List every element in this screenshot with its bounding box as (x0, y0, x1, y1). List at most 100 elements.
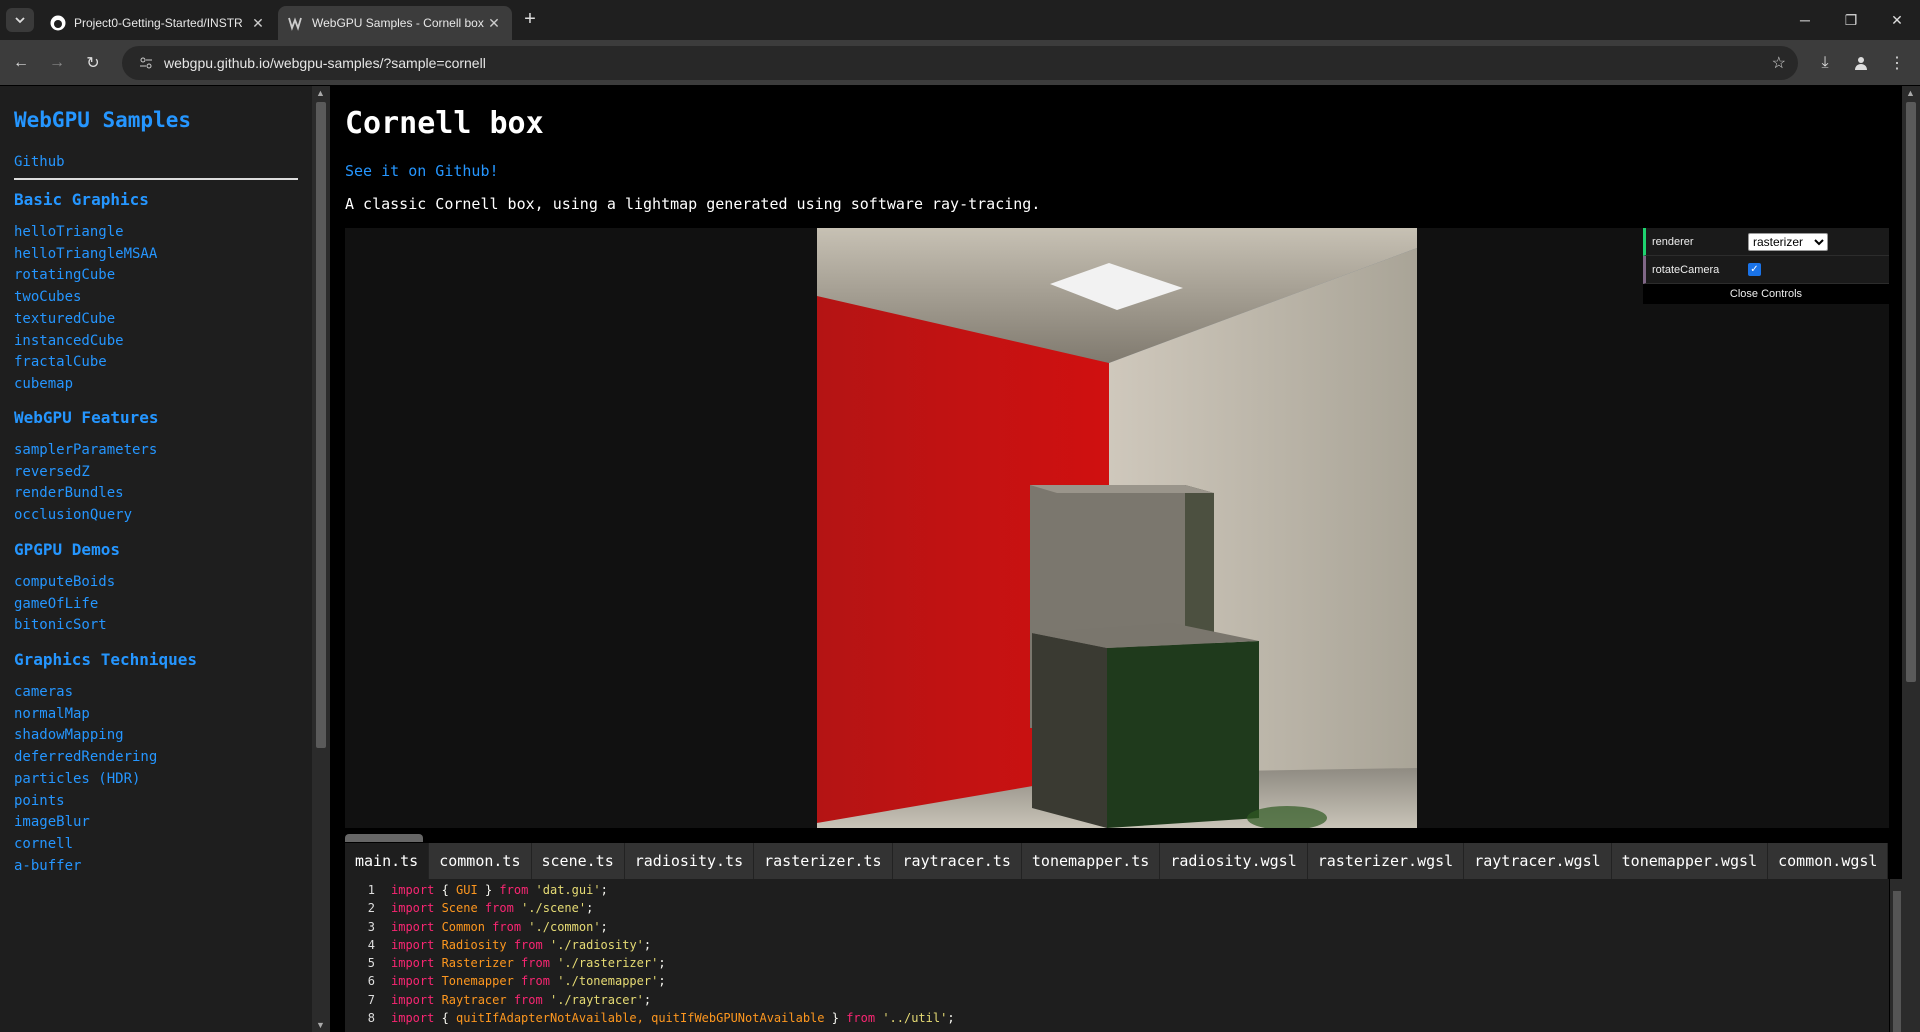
tab-tonemapper-ts[interactable]: tonemapper.ts (1021, 843, 1161, 879)
download-icon[interactable]: ⤓ (1812, 50, 1838, 76)
sidebar-item-shadowmapping[interactable]: shadowMapping (14, 727, 124, 743)
renderer-select[interactable]: rasterizer (1748, 232, 1828, 251)
back-icon[interactable]: ← (8, 50, 34, 76)
code-token: from (499, 883, 536, 897)
scroll-up-icon[interactable]: ▲ (1906, 88, 1915, 98)
line-number: 5 (367, 956, 375, 971)
sidebar-item-computeboids[interactable]: computeBoids (14, 574, 115, 590)
line-number: 3 (367, 919, 375, 934)
sidebar-item-texturedcube[interactable]: texturedCube (14, 311, 115, 327)
new-tab-button[interactable]: + (520, 9, 540, 30)
code-token: import (391, 956, 442, 971)
profile-icon[interactable] (1848, 50, 1874, 76)
see-on-github-link[interactable]: See it on Github! (345, 162, 499, 180)
tab-strip: Project0-Getting-Started/INSTR ✕ WebGPU … (0, 0, 1920, 40)
sidebar-item-bitonicsort[interactable]: bitonicSort (14, 617, 107, 633)
sidebar-item-particles-hdr-[interactable]: particles (HDR) (14, 771, 140, 787)
code-token: './scene' (521, 901, 587, 916)
tab-rasterizer-ts[interactable]: rasterizer.ts (754, 843, 893, 879)
rotate-camera-checkbox[interactable]: ✓ (1748, 263, 1761, 276)
tab-raytracer-wgsl[interactable]: raytracer.wgsl (1464, 843, 1612, 879)
sidebar-section-title: WebGPU Features (14, 408, 159, 427)
scroll-down-icon[interactable]: ▼ (316, 1020, 325, 1030)
code-editor[interactable]: 1 import { GUI } from 'dat.gui'; 2 import S… (345, 879, 1904, 1032)
tab-radiosity-ts[interactable]: radiosity.ts (624, 843, 755, 879)
renderer-label: renderer (1652, 235, 1694, 248)
sidebar-section-title: Graphics Techniques (14, 650, 198, 669)
code-token: { (441, 1011, 457, 1026)
tab-webgpu[interactable]: WebGPU Samples - Cornell box ✕ (278, 6, 512, 40)
bookmark-star-icon[interactable]: ☆ (1772, 53, 1786, 73)
sidebar-item-samplerparameters[interactable]: samplerParameters (14, 442, 157, 458)
code-token: ; (658, 956, 666, 971)
code-token: from (477, 901, 522, 916)
code-token: 'dat.gui' (535, 883, 601, 897)
menu-icon[interactable]: ⋮ (1884, 50, 1910, 76)
tab-main-ts[interactable]: main.ts (345, 843, 430, 879)
tabs-scrollbar[interactable] (345, 834, 423, 842)
tab-search-button[interactable] (6, 8, 34, 32)
code-token: './common' (528, 919, 601, 934)
sidebar-item-points[interactable]: points (14, 793, 65, 809)
code-text: import Tonemapper from './tonemapper'; (391, 972, 666, 990)
minimize-icon[interactable]: ─ (1790, 8, 1820, 32)
sidebar-scrollbar[interactable]: ▲ ▼ (312, 86, 330, 1032)
sidebar-item-imageblur[interactable]: imageBlur (14, 814, 90, 830)
scroll-up-icon[interactable]: ▲ (316, 88, 325, 98)
tab-common-ts[interactable]: common.ts (429, 843, 532, 879)
restore-icon[interactable]: ❐ (1836, 8, 1866, 32)
sidebar-item-cubemap[interactable]: cubemap (14, 376, 73, 392)
code-text: import Common from './common'; (391, 918, 608, 936)
scrollbar-thumb[interactable] (1906, 102, 1916, 682)
reload-icon[interactable]: ↻ (80, 50, 106, 76)
sidebar-item-instancedcube[interactable]: instancedCube (14, 333, 124, 349)
tab-github[interactable]: Project0-Getting-Started/INSTR ✕ (40, 6, 276, 40)
site-info-icon[interactable] (136, 53, 156, 73)
sidebar-item-deferredrendering[interactable]: deferredRendering (14, 749, 157, 765)
code-text: import { quitIfAdapterNotAvailable, quit… (391, 1009, 955, 1027)
code-token: import (391, 937, 442, 952)
close-icon[interactable]: ✕ (250, 15, 266, 31)
dat-gui-panel: renderer rasterizer rotateCamera ✓ Close… (1643, 228, 1889, 304)
browser-toolbar: ← → ↻ webgpu.github.io/webgpu-samples/?s… (0, 40, 1920, 85)
sidebar-item-cornell[interactable]: cornell (14, 836, 73, 852)
tab-tonemapper-wgsl[interactable]: tonemapper.wgsl (1611, 843, 1769, 879)
code-token: Rasterizer (441, 956, 514, 971)
code-token: Common (441, 919, 485, 934)
sidebar-item-cameras[interactable]: cameras (14, 684, 73, 700)
forward-icon[interactable]: → (44, 50, 70, 76)
sidebar-item-occlusionquery[interactable]: occlusionQuery (14, 507, 132, 523)
tab-radiosity-wgsl[interactable]: radiosity.wgsl (1160, 843, 1308, 879)
sidebar-item-normalmap[interactable]: normalMap (14, 706, 90, 722)
page-scrollbar[interactable]: ▲ (1902, 86, 1920, 1032)
sidebar-item-hellotriangle[interactable]: helloTriangle (14, 224, 124, 240)
close-controls-button[interactable]: Close Controls (1643, 284, 1889, 304)
cornell-box-canvas[interactable] (817, 228, 1417, 828)
code-token: } (477, 883, 500, 897)
code-line: 8 import { quitIfAdapterNotAvailable, qui… (345, 1009, 1889, 1027)
rotate-camera-row: rotateCamera ✓ (1643, 256, 1889, 284)
window-close-icon[interactable]: ✕ (1882, 8, 1912, 32)
tab-raytracer-ts[interactable]: raytracer.ts (892, 843, 1022, 879)
tab-scene-ts[interactable]: scene.ts (531, 843, 625, 879)
tab-common-wgsl[interactable]: common.wgsl (1768, 843, 1889, 879)
sidebar-item-fractalcube[interactable]: fractalCube (14, 354, 107, 370)
close-icon[interactable]: ✕ (486, 15, 502, 31)
code-text: import Raytracer from './raytracer'; (391, 991, 651, 1009)
sidebar-item-reversedz[interactable]: reversedZ (14, 464, 90, 480)
sidebar-item-twocubes[interactable]: twoCubes (14, 289, 81, 305)
address-bar[interactable]: webgpu.github.io/webgpu-samples/?sample=… (122, 46, 1798, 80)
tab-rasterizer-wgsl[interactable]: rasterizer.wgsl (1307, 843, 1465, 879)
scrollbar-thumb[interactable] (316, 102, 326, 748)
sidebar-item-renderbundles[interactable]: renderBundles (14, 485, 124, 501)
code-token: from (484, 919, 529, 934)
sidebar-item-rotatingcube[interactable]: rotatingCube (14, 267, 115, 283)
sidebar-item-gameoflife[interactable]: gameOfLife (14, 596, 98, 612)
scrollbar-thumb[interactable] (1893, 891, 1901, 1032)
github-link[interactable]: Github (14, 154, 65, 170)
site-title[interactable]: WebGPU Samples (14, 108, 191, 132)
code-token: import (391, 974, 442, 989)
code-token: from (513, 974, 558, 989)
sidebar-item-a-buffer[interactable]: a-buffer (14, 858, 81, 874)
sidebar-item-hellotrianglemsaa[interactable]: helloTriangleMSAA (14, 246, 157, 262)
